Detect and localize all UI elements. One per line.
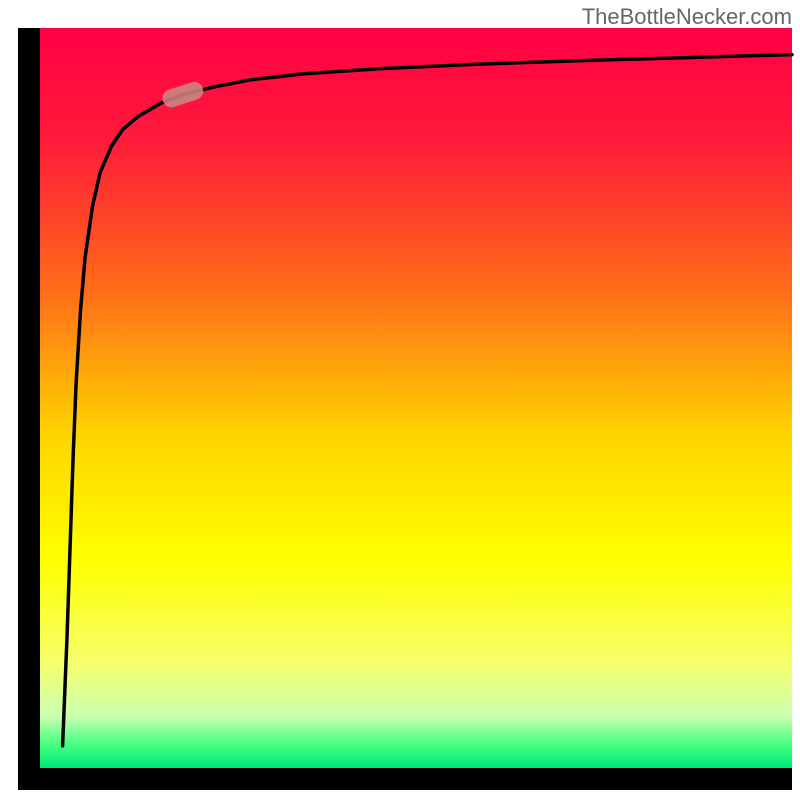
attribution-text: TheBottleNecker.com xyxy=(582,4,792,30)
frame-bottom xyxy=(18,768,792,790)
chart-canvas xyxy=(0,0,800,800)
gradient-background xyxy=(40,28,792,768)
frame-left xyxy=(18,28,40,790)
bottleneck-chart: TheBottleNecker.com xyxy=(0,0,800,800)
